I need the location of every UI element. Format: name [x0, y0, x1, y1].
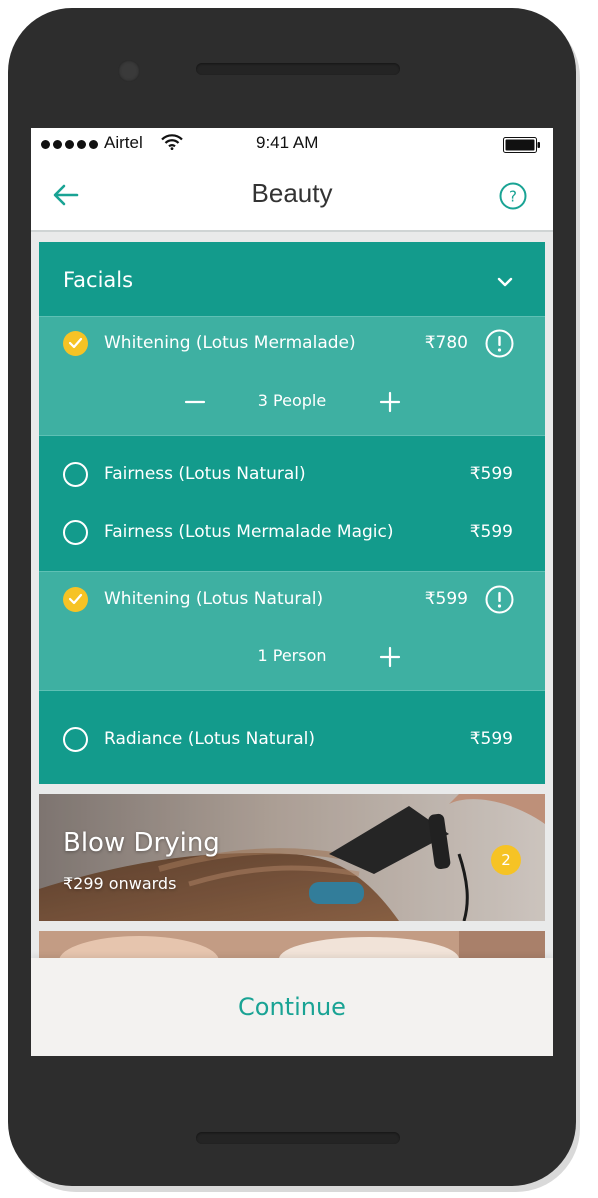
facial-item-whitening-natural[interactable]: Whitening (Lotus Natural) ₹599 1 Person: [39, 571, 545, 691]
signal-dots-icon: [41, 140, 98, 149]
item-row: Fairness (Lotus Natural) ₹599: [39, 455, 545, 495]
quantity-label: 1 Person: [257, 646, 327, 665]
facials-section-header[interactable]: Facials: [39, 242, 545, 316]
wifi-icon: [161, 134, 183, 150]
question-circle-icon[interactable]: ?: [499, 182, 527, 210]
quantity-stepper: 1 Person: [39, 639, 545, 675]
item-price: ₹599: [469, 522, 513, 542]
app-header: Beauty ?: [31, 160, 553, 232]
item-row: Fairness (Lotus Mermalade Magic) ₹599: [39, 513, 545, 553]
info-icon[interactable]: [485, 329, 514, 358]
item-name: Radiance (Lotus Natural): [104, 729, 316, 749]
bottom-action-bar: Continue: [31, 958, 553, 1056]
clock: 9:41 AM: [256, 133, 319, 152]
continue-button[interactable]: Continue: [31, 958, 553, 1056]
item-price: ₹780: [424, 333, 468, 353]
facial-item-fairness-mermalade-magic[interactable]: Fairness (Lotus Mermalade Magic) ₹599: [39, 513, 545, 553]
radio-circle-icon[interactable]: [63, 520, 88, 545]
facial-item-radiance-natural[interactable]: Radiance (Lotus Natural) ₹599: [39, 720, 545, 760]
item-name: Whitening (Lotus Natural): [104, 589, 324, 609]
item-row: Radiance (Lotus Natural) ₹599: [39, 720, 545, 760]
plus-icon[interactable]: [378, 645, 402, 669]
carrier-name: Airtel: [104, 133, 143, 152]
camera: [118, 60, 140, 82]
plus-icon[interactable]: [378, 390, 402, 414]
chevron-down-icon[interactable]: [497, 276, 513, 288]
facial-item-fairness-natural[interactable]: Fairness (Lotus Natural) ₹599: [39, 455, 545, 495]
item-price: ₹599: [469, 464, 513, 484]
blow-drying-card[interactable]: Blow Drying ₹299 onwards 2: [39, 794, 545, 921]
check-circle-icon[interactable]: [63, 587, 88, 612]
facial-item-whitening-mermalade[interactable]: Whitening (Lotus Mermalade) ₹780 3 Peopl…: [39, 316, 545, 436]
section-title: Facials: [63, 268, 134, 292]
item-price: ₹599: [469, 729, 513, 749]
check-circle-icon[interactable]: [63, 331, 88, 356]
item-price: ₹599: [424, 589, 468, 609]
service-title: Blow Drying: [63, 828, 220, 858]
item-name: Fairness (Lotus Mermalade Magic): [104, 522, 394, 542]
item-name: Fairness (Lotus Natural): [104, 464, 306, 484]
quantity-label: 3 People: [257, 391, 327, 410]
item-row: Whitening (Lotus Mermalade) ₹780: [39, 324, 545, 364]
selection-count-badge: 2: [491, 845, 521, 875]
radio-circle-icon[interactable]: [63, 727, 88, 752]
status-bar: Airtel 9:41 AM: [31, 128, 553, 160]
quantity-stepper: 3 People: [39, 384, 545, 420]
service-price: ₹299 onwards: [63, 874, 177, 893]
info-icon[interactable]: [485, 585, 514, 614]
item-name: Whitening (Lotus Mermalade): [104, 333, 356, 353]
svg-text:?: ?: [509, 188, 517, 206]
speaker-grille-bottom: [196, 1132, 400, 1144]
page-title: Beauty: [251, 178, 333, 208]
screen: Airtel 9:41 AM Beauty ? Facials Whitenin…: [31, 128, 553, 1056]
radio-circle-icon[interactable]: [63, 462, 88, 487]
facials-panel: Facials Whitening (Lotus Mermalade) ₹780: [39, 242, 545, 784]
battery-icon: [503, 137, 540, 153]
item-row: Whitening (Lotus Natural) ₹599: [39, 580, 545, 620]
speaker-grille: [196, 63, 400, 75]
